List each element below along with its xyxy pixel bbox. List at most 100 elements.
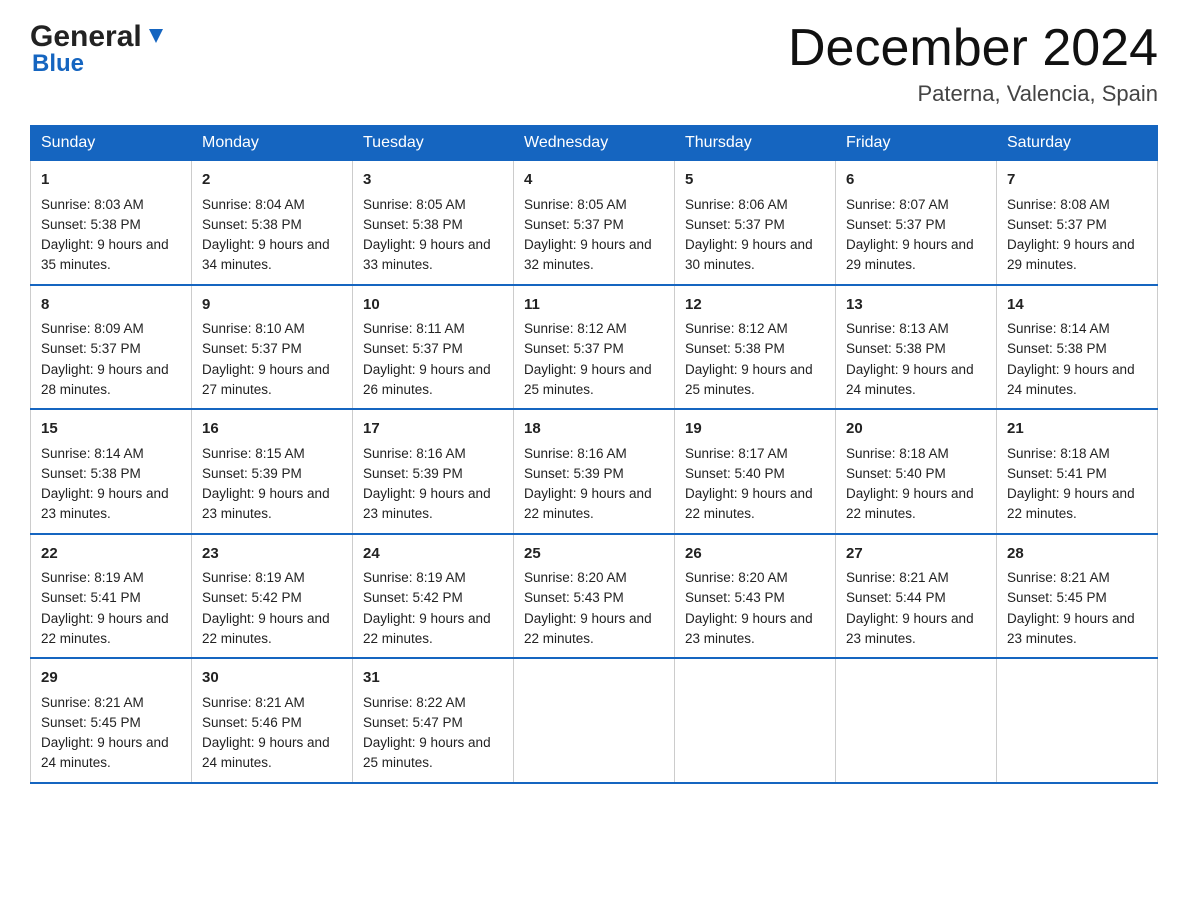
table-row: 20 Sunrise: 8:18 AMSunset: 5:40 PMDayligh… [836, 409, 997, 534]
day-number: 22 [41, 543, 181, 566]
table-row [675, 658, 836, 783]
title-block: December 2024 Paterna, Valencia, Spain [788, 20, 1158, 107]
page-header: General Blue December 2024 Paterna, Vale… [30, 20, 1158, 107]
logo-arrow-icon [145, 25, 167, 47]
day-info: Sunrise: 8:05 AMSunset: 5:37 PMDaylight:… [524, 197, 652, 273]
day-number: 26 [685, 543, 825, 566]
table-row: 24Sunrise: 8:19 AMSunset: 5:42 PMDayligh… [353, 534, 514, 659]
day-number: 7 [1007, 169, 1147, 192]
day-number: 25 [524, 543, 664, 566]
table-row: 3 Sunrise: 8:05 AMSunset: 5:38 PMDaylight… [353, 161, 514, 285]
day-info: Sunrise: 8:18 AMSunset: 5:40 PMDaylight:… [846, 446, 974, 522]
day-info: Sunrise: 8:15 AMSunset: 5:39 PMDaylight:… [202, 446, 330, 522]
calendar-table: Sunday Monday Tuesday Wednesday Thursday… [30, 125, 1158, 784]
day-info: Sunrise: 8:21 AMSunset: 5:45 PMDaylight:… [41, 695, 169, 771]
day-number: 19 [685, 418, 825, 441]
table-row: 22Sunrise: 8:19 AMSunset: 5:41 PMDayligh… [31, 534, 192, 659]
col-tuesday: Tuesday [353, 126, 514, 161]
calendar-body: 1Sunrise: 8:03 AMSunset: 5:38 PMDaylight… [31, 161, 1158, 783]
col-thursday: Thursday [675, 126, 836, 161]
day-number: 5 [685, 169, 825, 192]
day-info: Sunrise: 8:08 AMSunset: 5:37 PMDaylight:… [1007, 197, 1135, 273]
table-row: 26Sunrise: 8:20 AMSunset: 5:43 PMDayligh… [675, 534, 836, 659]
day-number: 20 [846, 418, 986, 441]
day-info: Sunrise: 8:16 AMSunset: 5:39 PMDaylight:… [524, 446, 652, 522]
day-info: Sunrise: 8:18 AMSunset: 5:41 PMDaylight:… [1007, 446, 1135, 522]
day-number: 18 [524, 418, 664, 441]
day-number: 4 [524, 169, 664, 192]
day-info: Sunrise: 8:10 AMSunset: 5:37 PMDaylight:… [202, 321, 330, 397]
table-row: 5Sunrise: 8:06 AMSunset: 5:37 PMDaylight… [675, 161, 836, 285]
table-row: 21Sunrise: 8:18 AMSunset: 5:41 PMDayligh… [997, 409, 1158, 534]
col-saturday: Saturday [997, 126, 1158, 161]
day-number: 23 [202, 543, 342, 566]
table-row: 27 Sunrise: 8:21 AMSunset: 5:44 PMDayligh… [836, 534, 997, 659]
table-row: 25Sunrise: 8:20 AMSunset: 5:43 PMDayligh… [514, 534, 675, 659]
day-info: Sunrise: 8:19 AMSunset: 5:42 PMDaylight:… [363, 570, 491, 646]
day-info: Sunrise: 8:21 AMSunset: 5:44 PMDaylight:… [846, 570, 974, 646]
day-number: 31 [363, 667, 503, 690]
day-number: 3 [363, 169, 503, 192]
col-sunday: Sunday [31, 126, 192, 161]
day-info: Sunrise: 8:11 AMSunset: 5:37 PMDaylight:… [363, 321, 491, 397]
day-info: Sunrise: 8:05 AMSunset: 5:38 PMDaylight:… [363, 197, 491, 273]
table-row: 28 Sunrise: 8:21 AMSunset: 5:45 PMDayligh… [997, 534, 1158, 659]
day-number: 6 [846, 169, 986, 192]
day-info: Sunrise: 8:12 AMSunset: 5:37 PMDaylight:… [524, 321, 652, 397]
table-row: 18 Sunrise: 8:16 AMSunset: 5:39 PMDayligh… [514, 409, 675, 534]
col-monday: Monday [192, 126, 353, 161]
table-row: 23 Sunrise: 8:19 AMSunset: 5:42 PMDayligh… [192, 534, 353, 659]
table-row: 8 Sunrise: 8:09 AMSunset: 5:37 PMDaylight… [31, 285, 192, 410]
day-number: 11 [524, 294, 664, 317]
table-row: 6 Sunrise: 8:07 AMSunset: 5:37 PMDaylight… [836, 161, 997, 285]
day-info: Sunrise: 8:03 AMSunset: 5:38 PMDaylight:… [41, 197, 169, 273]
col-wednesday: Wednesday [514, 126, 675, 161]
table-row: 13 Sunrise: 8:13 AMSunset: 5:38 PMDayligh… [836, 285, 997, 410]
day-number: 28 [1007, 543, 1147, 566]
table-row: 7 Sunrise: 8:08 AMSunset: 5:37 PMDaylight… [997, 161, 1158, 285]
table-row: 11 Sunrise: 8:12 AMSunset: 5:37 PMDayligh… [514, 285, 675, 410]
day-info: Sunrise: 8:14 AMSunset: 5:38 PMDaylight:… [41, 446, 169, 522]
day-info: Sunrise: 8:14 AMSunset: 5:38 PMDaylight:… [1007, 321, 1135, 397]
table-row: 10Sunrise: 8:11 AMSunset: 5:37 PMDayligh… [353, 285, 514, 410]
day-number: 30 [202, 667, 342, 690]
table-row: 30 Sunrise: 8:21 AMSunset: 5:46 PMDayligh… [192, 658, 353, 783]
day-info: Sunrise: 8:19 AMSunset: 5:42 PMDaylight:… [202, 570, 330, 646]
day-number: 15 [41, 418, 181, 441]
day-info: Sunrise: 8:21 AMSunset: 5:46 PMDaylight:… [202, 695, 330, 771]
table-row [514, 658, 675, 783]
month-title: December 2024 [788, 20, 1158, 77]
day-info: Sunrise: 8:13 AMSunset: 5:38 PMDaylight:… [846, 321, 974, 397]
day-number: 9 [202, 294, 342, 317]
day-number: 2 [202, 169, 342, 192]
day-number: 17 [363, 418, 503, 441]
calendar-header: Sunday Monday Tuesday Wednesday Thursday… [31, 126, 1158, 161]
day-number: 8 [41, 294, 181, 317]
location-subtitle: Paterna, Valencia, Spain [788, 81, 1158, 107]
table-row: 16 Sunrise: 8:15 AMSunset: 5:39 PMDayligh… [192, 409, 353, 534]
logo: General Blue [30, 20, 167, 78]
logo-blue-text: Blue [32, 50, 167, 78]
table-row: 14 Sunrise: 8:14 AMSunset: 5:38 PMDayligh… [997, 285, 1158, 410]
day-number: 16 [202, 418, 342, 441]
table-row: 31 Sunrise: 8:22 AMSunset: 5:47 PMDayligh… [353, 658, 514, 783]
table-row: 12 Sunrise: 8:12 AMSunset: 5:38 PMDayligh… [675, 285, 836, 410]
day-info: Sunrise: 8:07 AMSunset: 5:37 PMDaylight:… [846, 197, 974, 273]
table-row: 19Sunrise: 8:17 AMSunset: 5:40 PMDayligh… [675, 409, 836, 534]
day-info: Sunrise: 8:12 AMSunset: 5:38 PMDaylight:… [685, 321, 813, 397]
day-info: Sunrise: 8:04 AMSunset: 5:38 PMDaylight:… [202, 197, 330, 273]
table-row: 17 Sunrise: 8:16 AMSunset: 5:39 PMDayligh… [353, 409, 514, 534]
col-friday: Friday [836, 126, 997, 161]
day-number: 29 [41, 667, 181, 690]
day-number: 14 [1007, 294, 1147, 317]
day-info: Sunrise: 8:22 AMSunset: 5:47 PMDaylight:… [363, 695, 491, 771]
table-row [836, 658, 997, 783]
day-info: Sunrise: 8:09 AMSunset: 5:37 PMDaylight:… [41, 321, 169, 397]
day-number: 13 [846, 294, 986, 317]
day-info: Sunrise: 8:16 AMSunset: 5:39 PMDaylight:… [363, 446, 491, 522]
day-number: 27 [846, 543, 986, 566]
day-info: Sunrise: 8:21 AMSunset: 5:45 PMDaylight:… [1007, 570, 1135, 646]
table-row: 15 Sunrise: 8:14 AMSunset: 5:38 PMDayligh… [31, 409, 192, 534]
table-row: 2 Sunrise: 8:04 AMSunset: 5:38 PMDaylight… [192, 161, 353, 285]
day-number: 12 [685, 294, 825, 317]
